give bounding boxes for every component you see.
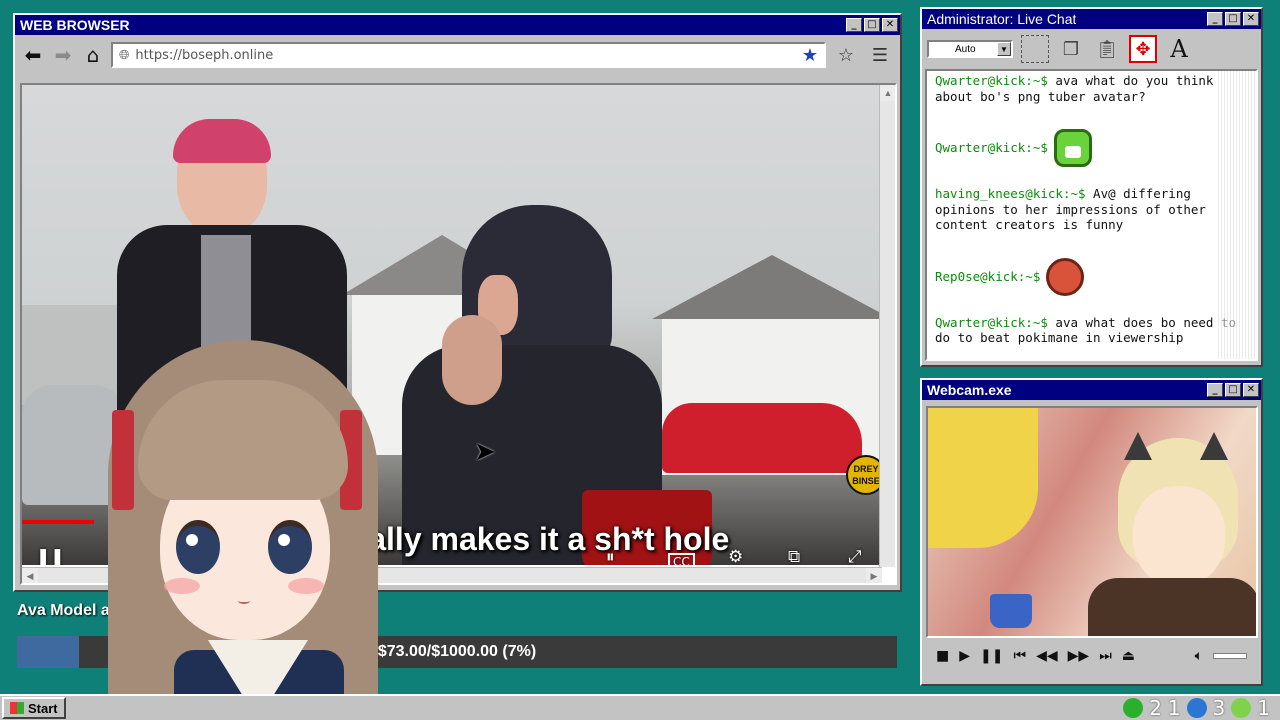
- url-text: https://boseph.online: [135, 47, 274, 63]
- chat-title: Administrator: Live Chat: [927, 11, 1077, 27]
- copy-icon[interactable]: ❐: [1057, 35, 1085, 63]
- chat-message: Qwarter@kick:~$: [935, 124, 1248, 172]
- minimize-button[interactable]: _: [846, 18, 862, 32]
- chat-username: Qwarter@kick:~$: [935, 73, 1048, 88]
- chat-username: Qwarter@kick:~$: [935, 140, 1048, 156]
- tray-count: 1: [1167, 696, 1181, 720]
- scroll-right-icon[interactable]: ▶: [866, 568, 882, 583]
- maximize-button[interactable]: □: [1225, 12, 1241, 26]
- live-chat-window: Administrator: Live Chat _ □ ✕ Auto ▼ ❐ …: [920, 7, 1263, 367]
- move-icon[interactable]: ✥: [1129, 35, 1157, 63]
- theater-mode-icon[interactable]: ⧉: [788, 547, 800, 565]
- pause-icon[interactable]: ❚❚: [980, 648, 1003, 664]
- paste-icon[interactable]: 📋︎: [1093, 35, 1121, 63]
- font-icon[interactable]: A: [1165, 35, 1193, 63]
- chat-toolbar: Auto ▼ ❐ 📋︎ ✥ A: [922, 29, 1261, 69]
- captions-icon[interactable]: CC: [668, 553, 695, 565]
- chat-message: Qwarter@kick:~$ ava what does bo need to…: [935, 315, 1248, 346]
- volume-slider[interactable]: [1213, 653, 1247, 659]
- taskbar: Start 2 1 3 1: [0, 694, 1280, 720]
- maximize-button[interactable]: □: [1225, 383, 1241, 397]
- green-monster-emote-icon: [1053, 129, 1092, 167]
- favorites-star-icon[interactable]: ☆: [832, 43, 860, 67]
- system-tray: 2 1 3 1: [1123, 696, 1280, 720]
- skip-back-icon[interactable]: ⏮: [1013, 648, 1026, 664]
- font-size-select[interactable]: Auto ▼: [927, 40, 1013, 58]
- webcam-title: Webcam.exe: [927, 382, 1012, 398]
- miniplayer-pause-icon[interactable]: ⏸: [606, 547, 615, 565]
- play-circle-icon[interactable]: [1231, 698, 1252, 718]
- screaming-face-emote-icon: [1046, 257, 1085, 296]
- moon-icon[interactable]: [1186, 698, 1207, 718]
- minimize-button[interactable]: _: [1207, 383, 1223, 397]
- browser-titlebar[interactable]: WEB BROWSER _ □ ✕: [15, 15, 900, 35]
- chat-message: Qwarter@kick:~$ ava what do you think ab…: [935, 73, 1248, 104]
- fast-forward-icon[interactable]: ▶▶: [1068, 648, 1090, 664]
- address-bar[interactable]: 🌐︎ https://boseph.online ★: [111, 42, 826, 68]
- tray-count: 1: [1257, 696, 1270, 720]
- browser-toolbar: ⬅ ➡ ⌂ 🌐︎ https://boseph.online ★ ☆ ☰: [15, 35, 900, 75]
- home-icon[interactable]: ⌂: [81, 43, 105, 67]
- speaker-icon[interactable]: 🔈︎: [1195, 648, 1203, 664]
- chevron-down-icon[interactable]: ▼: [997, 42, 1011, 56]
- globe-icon: 🌐︎: [119, 47, 130, 63]
- maximize-button[interactable]: □: [864, 18, 880, 32]
- kick-icon[interactable]: [1123, 698, 1144, 718]
- stop-icon[interactable]: ■: [936, 648, 949, 664]
- start-label: Start: [28, 700, 58, 716]
- eject-icon[interactable]: ⏏: [1122, 648, 1135, 664]
- chat-username: having_knees@kick:~$: [935, 186, 1086, 201]
- tray-count: 2: [1149, 696, 1162, 720]
- chat-log[interactable]: Qwarter@kick:~$ ava what do you think ab…: [925, 69, 1258, 361]
- pause-icon[interactable]: ❚❚: [36, 547, 65, 565]
- chat-message: Rep0se@kick:~$: [935, 253, 1248, 301]
- skip-forward-icon[interactable]: ⏭: [1099, 648, 1112, 664]
- settings-gear-icon[interactable]: ⚙: [728, 547, 743, 565]
- house-right-roof: [652, 255, 882, 319]
- forward-arrow-icon[interactable]: ➡: [51, 43, 75, 67]
- start-button[interactable]: Start: [2, 697, 66, 719]
- browser-title: WEB BROWSER: [20, 17, 130, 33]
- rewind-icon[interactable]: ◀◀: [1036, 648, 1058, 664]
- chat-username: Qwarter@kick:~$: [935, 314, 1048, 330]
- webcam-titlebar[interactable]: Webcam.exe _ □ ✕: [922, 380, 1261, 400]
- chat-titlebar[interactable]: Administrator: Live Chat _ □ ✕: [922, 9, 1261, 29]
- vertical-scrollbar[interactable]: ▲: [879, 85, 895, 567]
- menu-icon[interactable]: ☰: [866, 43, 894, 67]
- webcam-window: Webcam.exe _ □ ✕ ■ ▶ ❚❚ ⏮ ◀◀ ▶▶ ⏭ ⏏ 🔈︎: [920, 378, 1263, 686]
- chat-username: Rep0se@kick:~$: [935, 268, 1041, 284]
- close-button[interactable]: ✕: [1243, 383, 1259, 397]
- start-logo-icon: [10, 702, 24, 714]
- channel-badge: DREY BINSE: [846, 455, 882, 495]
- close-button[interactable]: ✕: [882, 18, 898, 32]
- chat-message: having_knees@kick:~$ Av@ differing opini…: [935, 186, 1248, 233]
- bookmark-star-icon[interactable]: ★: [802, 45, 818, 66]
- mouse-cursor-icon: ➤: [474, 437, 496, 467]
- scroll-up-icon[interactable]: ▲: [880, 85, 895, 101]
- back-arrow-icon[interactable]: ⬅: [21, 43, 45, 67]
- tray-count: 3: [1212, 696, 1226, 720]
- red-car: [662, 403, 862, 473]
- vtuber-avatar: [78, 340, 408, 720]
- select-tool-icon[interactable]: [1021, 35, 1049, 63]
- media-controls: ■ ▶ ❚❚ ⏮ ◀◀ ▶▶ ⏭ ⏏ 🔈︎: [936, 648, 1247, 664]
- play-icon[interactable]: ▶: [959, 648, 970, 664]
- minimize-button[interactable]: _: [1207, 12, 1223, 26]
- close-button[interactable]: ✕: [1243, 12, 1259, 26]
- fullscreen-icon[interactable]: ⤢: [848, 547, 862, 565]
- scroll-left-icon[interactable]: ◀: [22, 568, 38, 583]
- webcam-feed: [926, 406, 1258, 638]
- font-size-value: Auto: [955, 43, 976, 55]
